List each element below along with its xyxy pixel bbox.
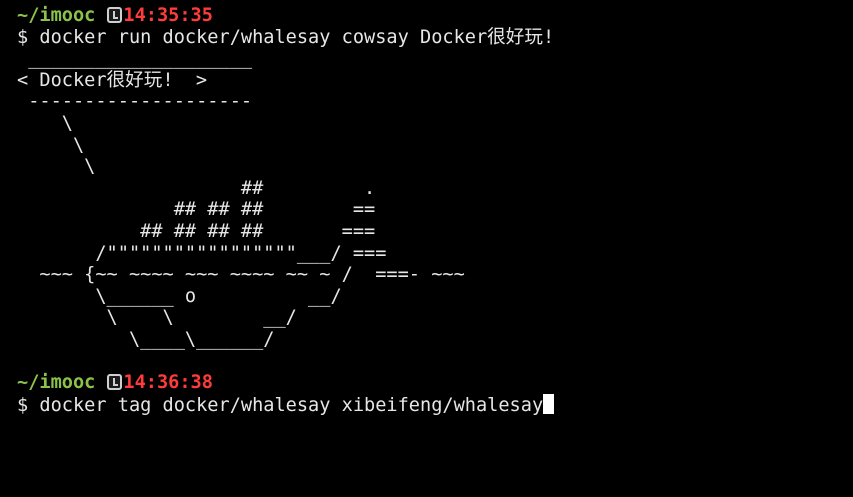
output-line: \ [17,156,96,178]
prompt-time: 14:36:38 [123,372,213,394]
output-line: ____________________ [17,48,264,70]
output-line: \ [17,112,73,134]
prompt-line-2: ~/imooc 14:36:38 [17,372,853,394]
output-line: \______ o __/ [17,285,342,307]
prompt-user: ~/imooc [17,5,96,26]
output-line: /"""""""""""""""""___/ === [17,242,387,264]
output-line: < Docker很好玩! > [17,69,208,91]
prompt-time: 14:35:35 [123,5,213,26]
clock-icon [107,374,123,391]
output-line: \____\______/ [17,328,275,350]
terminal-window[interactable]: ~/imooc 14:35:35 $ docker run docker/whal… [0,0,853,497]
output-line: ~~~ {~~ ~~~~ ~~~ ~~~~ ~~ ~ / ===- ~~~ [17,264,465,286]
output-line: \ [17,134,85,156]
command-line-1: $ docker run docker/whalesay cowsay Dock… [17,26,555,48]
output-line: ## ## ## ## === [17,220,376,242]
command-line-2[interactable]: $ docker tag docker/whalesay xibeifeng/w… [17,393,853,416]
clock-icon [107,7,123,23]
output-line: -------------------- [17,91,264,113]
output-line: \ \ __/ [17,307,297,329]
output-line: ## ## ## == [17,199,376,221]
output-line: ## . [17,177,376,199]
prompt-user: ~/imooc [17,372,96,394]
cursor-icon [543,393,555,414]
prompt-line-1: ~/imooc 14:35:35 [17,5,853,27]
command-text: $ docker tag docker/whalesay xibeifeng/w… [17,394,544,416]
